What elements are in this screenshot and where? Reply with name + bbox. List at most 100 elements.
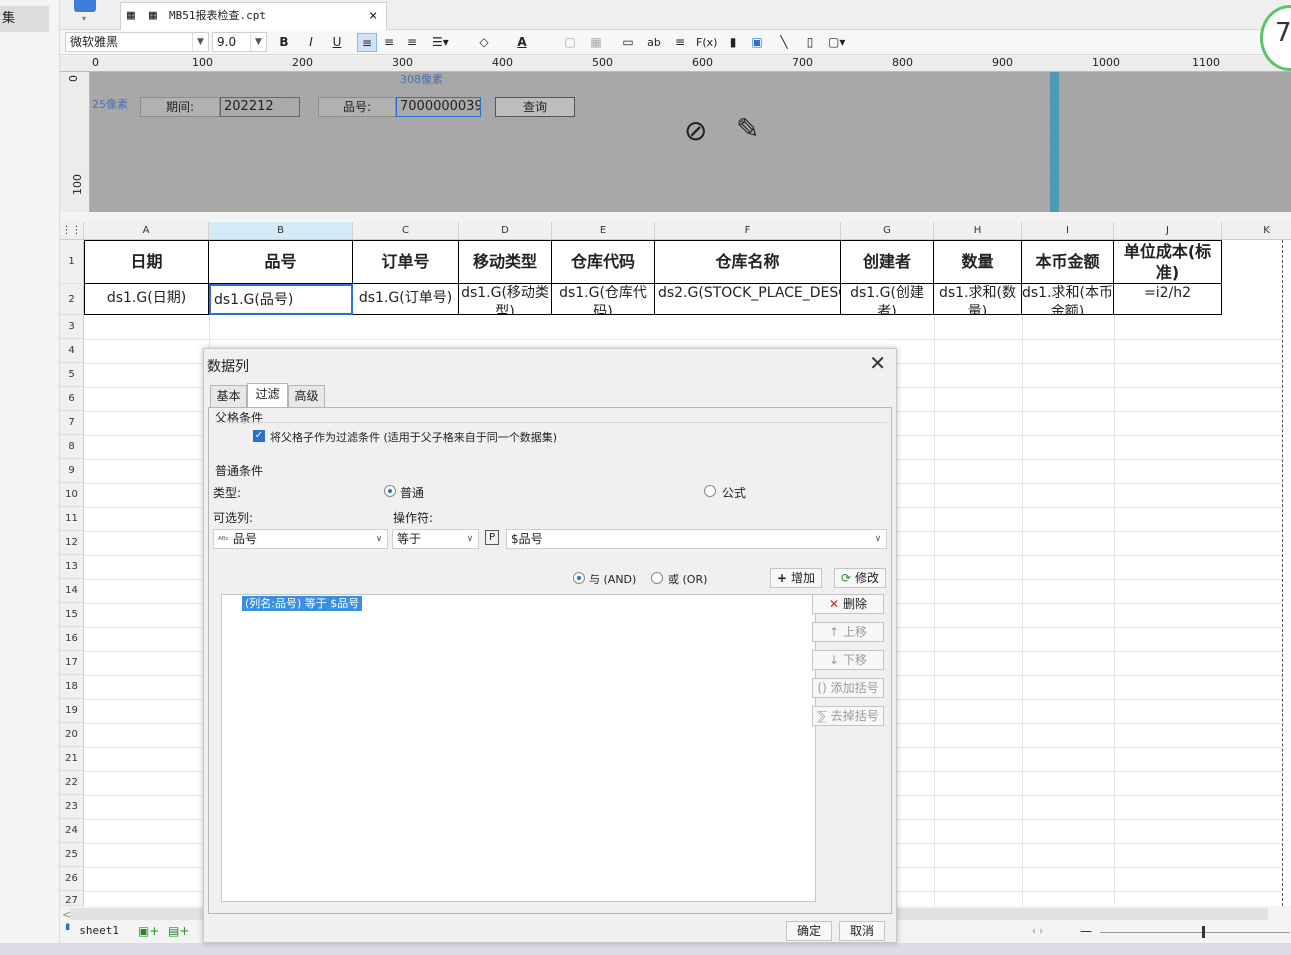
table-header-cell[interactable]: 本币金额 [1022, 240, 1114, 284]
subreport-icon[interactable]: ▯ [802, 33, 818, 52]
row-header[interactable]: 5 [60, 363, 84, 387]
tab-report[interactable]: ▦ ▦ MB51报表检查.cpt × [120, 2, 387, 30]
col-header-f[interactable]: F [655, 222, 841, 240]
table-cell-selected[interactable]: ds1.G(品号) [209, 284, 353, 315]
row-header[interactable]: 2 [60, 284, 84, 315]
zoom-slider-thumb[interactable] [1202, 926, 1205, 938]
table-cell[interactable]: ds1.G(移动类型) [459, 284, 552, 315]
underline-icon[interactable]: ▭ [620, 33, 636, 52]
tab-basic[interactable]: 基本 [210, 385, 247, 407]
scroll-prev-icon[interactable]: ‹ › [1032, 926, 1043, 937]
add-condition-button[interactable]: + 增加 [770, 568, 822, 588]
wrap-icon[interactable]: ≡ [672, 33, 688, 52]
row-header[interactable]: 1 [60, 240, 84, 284]
row-header[interactable]: 18 [60, 675, 84, 699]
table-cell[interactable]: ds1.G(日期) [84, 284, 209, 315]
row-header[interactable]: 11 [60, 507, 84, 531]
add-sheet-icon[interactable]: ▣+ [138, 924, 159, 938]
row-header[interactable]: 23 [60, 795, 84, 819]
border-menu-button[interactable]: ▢▾ [828, 33, 845, 52]
image-icon[interactable]: ▣ [749, 33, 765, 52]
row-header[interactable]: 7 [60, 411, 84, 435]
row-header[interactable]: 22 [60, 771, 84, 795]
add-parenthesis-button[interactable]: () 添加括号 [812, 678, 884, 698]
item-input[interactable]: 7000000039 [396, 97, 481, 117]
app-logo-icon[interactable] [74, 0, 96, 12]
close-icon[interactable]: ✕ [869, 351, 886, 375]
table-cell[interactable]: ds1.求和(数量) [934, 284, 1022, 315]
remove-parenthesis-button[interactable]: ⅀ 去掉括号 [812, 706, 884, 726]
table-header-cell[interactable]: 数量 [934, 240, 1022, 284]
font-family-select[interactable]: 微软雅黑 ▼ [65, 32, 209, 52]
table-header-cell[interactable]: 品号 [209, 240, 353, 284]
align-center-button[interactable]: ≡ [381, 33, 397, 52]
hide-icon[interactable]: ⊘ [684, 116, 707, 146]
formula-button[interactable]: F(x) [696, 33, 717, 52]
table-header-cell[interactable]: 日期 [84, 240, 209, 284]
italic-button[interactable]: I [303, 33, 319, 52]
page-boundary-line[interactable] [1050, 72, 1059, 212]
ok-button[interactable]: 确定 [786, 921, 832, 941]
border-icon[interactable]: ▢ [562, 33, 578, 52]
select-all-corner[interactable]: ⋮⋮ [60, 222, 84, 240]
dataset-panel-item[interactable]: 集 [0, 6, 49, 32]
row-header[interactable]: 10 [60, 483, 84, 507]
tab-advanced[interactable]: 高级 [288, 385, 325, 407]
condition-item[interactable]: (列名:品号) 等于 $品号 [242, 596, 363, 611]
fill-color-button[interactable]: ◇ [476, 33, 492, 52]
cancel-button[interactable]: 取消 [839, 921, 885, 941]
col-header-i[interactable]: I [1022, 222, 1114, 240]
slash-icon[interactable]: ╲ [776, 33, 792, 52]
indent-menu-button[interactable]: ☰▾ [432, 33, 449, 52]
row-header[interactable]: 14 [60, 579, 84, 603]
col-header-a[interactable]: A [84, 222, 209, 240]
col-header-c[interactable]: C [353, 222, 459, 240]
period-label[interactable]: 期间: [140, 97, 220, 117]
type-formula-radio[interactable] [704, 485, 716, 497]
chevron-down-icon[interactable]: ▾ [82, 14, 86, 23]
row-header[interactable]: 15 [60, 603, 84, 627]
chart-icon[interactable]: ▮ [725, 33, 741, 52]
table-header-cell[interactable]: 订单号 [353, 240, 459, 284]
row-header[interactable]: 13 [60, 555, 84, 579]
row-header[interactable]: 12 [60, 531, 84, 555]
condition-list[interactable]: (列名:品号) 等于 $品号 [221, 594, 816, 902]
move-down-button[interactable]: ↓ 下移 [812, 650, 884, 670]
period-input[interactable]: 202212 [220, 97, 300, 117]
zoom-slider[interactable] [1100, 932, 1290, 933]
table-cell[interactable]: ds1.G(订单号) [353, 284, 459, 315]
table-header-cell[interactable]: 单位成本(标准) [1114, 240, 1222, 284]
row-header[interactable]: 19 [60, 699, 84, 723]
col-header-k[interactable]: K [1222, 222, 1291, 240]
font-size-select[interactable]: 9.0 ▼ [212, 32, 267, 52]
row-header[interactable]: 4 [60, 339, 84, 363]
table-header-cell[interactable]: 仓库代码 [552, 240, 655, 284]
row-header[interactable]: 26 [60, 867, 84, 891]
table-cell[interactable]: ds1.求和(本币金额) [1022, 284, 1114, 315]
table-header-cell[interactable]: 仓库名称 [655, 240, 841, 284]
row-header[interactable]: 21 [60, 747, 84, 771]
sheet-tab[interactable]: ▘ sheet1 [66, 924, 119, 937]
table-cell[interactable]: =i2/h2 [1114, 284, 1222, 315]
underline-button[interactable]: U [329, 33, 345, 52]
or-radio[interactable] [651, 572, 663, 584]
item-label[interactable]: 品号: [318, 97, 396, 117]
bold-button[interactable]: B [276, 33, 292, 52]
col-header-g[interactable]: G [841, 222, 934, 240]
delete-button[interactable]: ✕ 删除 [812, 594, 884, 614]
col-header-d[interactable]: D [459, 222, 552, 240]
row-header[interactable]: 3 [60, 315, 84, 339]
text-button[interactable]: ab [646, 33, 662, 52]
operator-select[interactable]: 等于 ∨ [392, 529, 479, 549]
and-radio[interactable] [573, 572, 585, 584]
move-up-button[interactable]: ↑ 上移 [812, 622, 884, 642]
tab-filter[interactable]: 过滤 [247, 383, 288, 407]
parent-filter-checkbox[interactable]: ✓ [253, 430, 265, 442]
col-header-e[interactable]: E [552, 222, 655, 240]
row-header[interactable]: 17 [60, 651, 84, 675]
col-header-h[interactable]: H [934, 222, 1022, 240]
font-color-button[interactable]: A [514, 33, 530, 52]
modify-condition-button[interactable]: ⟳ 修改 [834, 568, 886, 588]
merge-icon[interactable]: ▦ [588, 33, 604, 52]
table-cell[interactable]: ds1.G(仓库代码) [552, 284, 655, 315]
